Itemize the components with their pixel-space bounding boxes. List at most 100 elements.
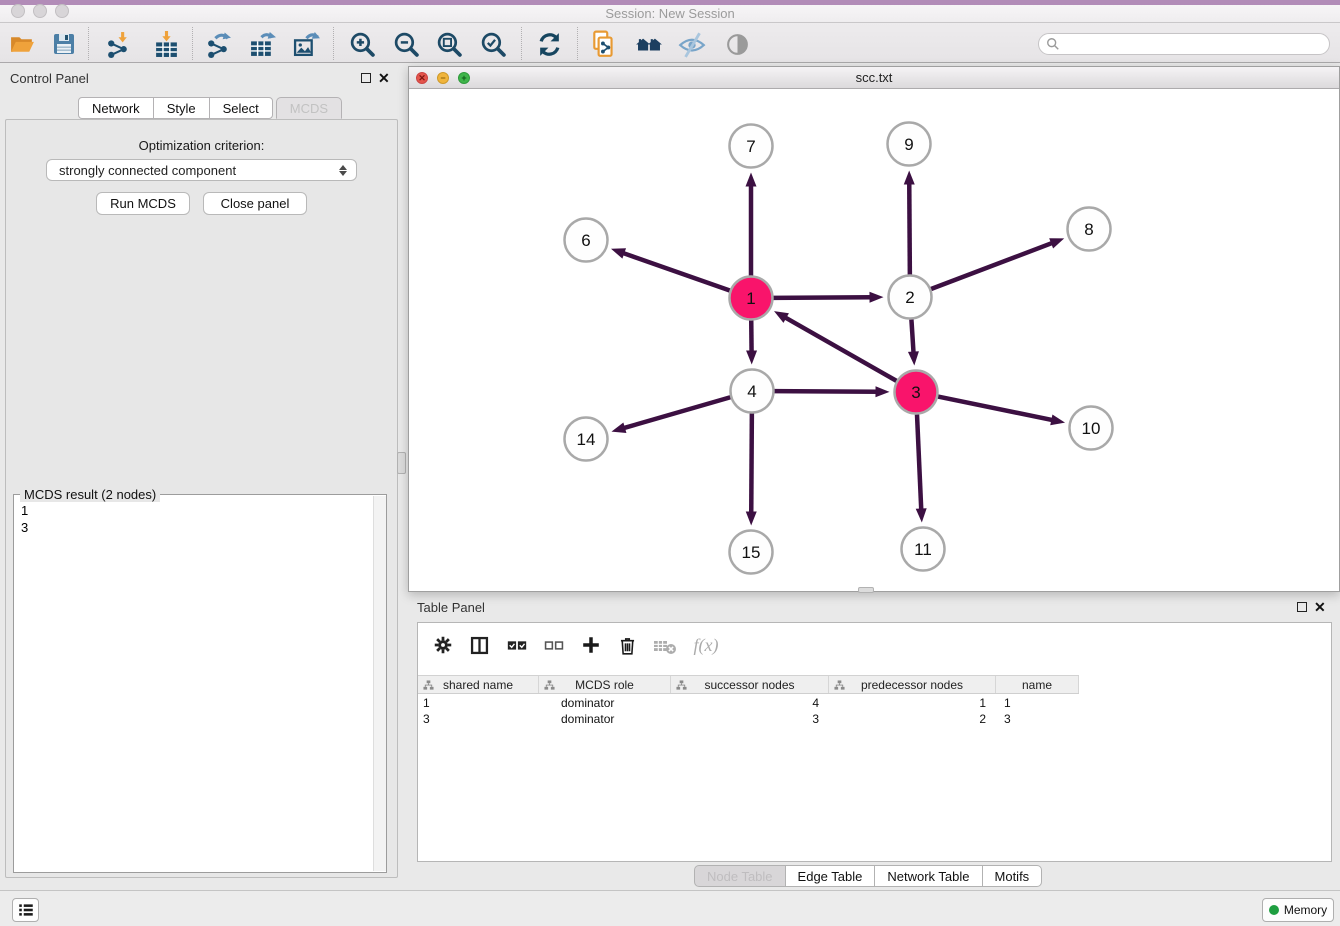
toolbar-separator [88, 27, 89, 60]
refresh-icon[interactable] [532, 27, 566, 61]
criterion-value: strongly connected component [59, 163, 236, 178]
control-tab-style[interactable]: Style [153, 97, 210, 119]
graph-edge-3-1[interactable] [784, 317, 897, 381]
graph-edge-4-14[interactable] [622, 397, 730, 428]
graph-edge-3-11[interactable] [917, 414, 921, 511]
criterion-dropdown[interactable]: strongly connected component [46, 159, 357, 181]
zoom-selected-icon[interactable] [476, 27, 510, 61]
eye-slash-icon[interactable] [675, 27, 709, 61]
network-graph: 7968124314101511 [409, 89, 1339, 591]
add-column-icon[interactable] [572, 628, 609, 662]
graph-edge-1-6[interactable] [621, 252, 729, 290]
edge-arrowhead [611, 248, 626, 258]
graph-edge-3-10[interactable] [938, 397, 1054, 421]
float-panel-icon[interactable] [361, 73, 371, 83]
graph-edge-2-3[interactable] [911, 319, 913, 354]
network-window-titlebar[interactable]: ✕ − + scc.txt [409, 67, 1339, 89]
graph-edge-4-3[interactable] [774, 391, 878, 392]
search-field[interactable] [1038, 33, 1330, 55]
table-tab-motifs[interactable]: Motifs [982, 865, 1043, 887]
column-header-MCDS-role[interactable]: MCDS role [539, 676, 671, 693]
run-mcds-button[interactable]: Run MCDS [96, 192, 190, 215]
open-folder-icon[interactable] [5, 27, 39, 61]
table-row[interactable]: 1dominator411 [418, 695, 1079, 711]
graph-node-label: 6 [581, 231, 590, 250]
control-tab-select[interactable]: Select [209, 97, 273, 119]
import-network-icon[interactable] [101, 27, 135, 61]
graph-node-label: 9 [904, 135, 913, 154]
table-cell: dominator [539, 695, 671, 711]
mcds-result-list[interactable]: 13 [14, 498, 372, 872]
table-tab-network-table[interactable]: Network Table [874, 865, 982, 887]
houses-icon[interactable] [632, 27, 666, 61]
table-cell: 1 [996, 695, 1079, 711]
graph-node-label: 11 [914, 540, 932, 559]
float-table-panel-icon[interactable] [1297, 602, 1307, 612]
control-panel-tabs: NetworkStyleSelectMCDS [78, 97, 342, 119]
control-panel-window-buttons: ✕ [361, 73, 390, 83]
deselect-all-checkboxes-icon[interactable] [535, 628, 572, 662]
network-canvas[interactable]: 7968124314101511 [409, 89, 1339, 591]
edge-arrowhead [611, 422, 626, 433]
table-tab-edge-table[interactable]: Edge Table [785, 865, 876, 887]
destroy-table-icon[interactable] [646, 628, 683, 662]
close-table-panel-icon[interactable]: ✕ [1314, 602, 1326, 612]
main-toolbar [0, 23, 1340, 63]
zoom-out-icon[interactable] [389, 27, 423, 61]
graph-node-label: 8 [1084, 220, 1093, 239]
select-all-checkboxes-icon[interactable] [498, 628, 535, 662]
status-bar: Memory [0, 890, 1340, 926]
settings-gear-icon[interactable] [424, 628, 461, 662]
toolbar-separator [521, 27, 522, 60]
memory-status-icon [1269, 905, 1279, 915]
close-panel-icon[interactable]: ✕ [378, 73, 390, 83]
memory-button[interactable]: Memory [1262, 898, 1334, 922]
function-builder-icon[interactable]: f(x) [683, 628, 729, 662]
graph-node-label: 4 [747, 382, 756, 401]
export-table-icon[interactable] [245, 27, 279, 61]
main-titlebar[interactable]: Session: New Session [0, 5, 1340, 23]
search-icon [1046, 37, 1060, 51]
zoom-in-icon[interactable] [345, 27, 379, 61]
delete-column-icon[interactable] [609, 628, 646, 662]
column-header-name[interactable]: name [996, 676, 1079, 693]
save-floppy-icon[interactable] [47, 27, 81, 61]
table-row[interactable]: 3dominator323 [418, 711, 1079, 727]
task-history-button[interactable] [12, 898, 39, 922]
network-view-window[interactable]: ✕ − + scc.txt 7968124314101511 [408, 66, 1340, 592]
control-tab-network[interactable]: Network [78, 97, 154, 119]
export-network-icon[interactable] [201, 27, 235, 61]
table-panel: f(x) shared nameMCDS rolesuccessor nodes… [417, 622, 1332, 862]
documents-network-icon[interactable] [587, 27, 621, 61]
export-image-icon[interactable] [289, 27, 323, 61]
control-tab-mcds[interactable]: MCDS [276, 97, 342, 119]
graph-edge-2-9[interactable] [909, 181, 910, 274]
column-header-shared-name[interactable]: shared name [418, 676, 539, 693]
table-cell: 4 [671, 695, 829, 711]
table-tab-node-table[interactable]: Node Table [694, 865, 786, 887]
mcds-result-group: MCDS result (2 nodes) 13 [13, 494, 387, 873]
zoom-fit-icon[interactable] [432, 27, 466, 61]
eye-icon[interactable] [720, 27, 754, 61]
vertical-splitter-handle[interactable] [397, 452, 406, 474]
column-header-predecessor-nodes[interactable]: predecessor nodes [829, 676, 996, 693]
close-panel-button[interactable]: Close panel [203, 192, 307, 215]
result-scrollbar[interactable] [373, 496, 386, 871]
table-panel-title: Table Panel [417, 600, 485, 615]
application-window: Session: New Session [0, 0, 1340, 926]
horizontal-splitter-handle[interactable] [858, 587, 874, 593]
show-columns-icon[interactable] [461, 628, 498, 662]
graph-edge-2-8[interactable] [931, 242, 1054, 289]
table-panel-window-buttons: ✕ [1297, 602, 1326, 612]
graph-edge-4-15[interactable] [751, 413, 752, 514]
table-cell: 3 [671, 711, 829, 727]
table-cell: 2 [829, 711, 996, 727]
search-input[interactable] [1060, 37, 1329, 51]
import-table-icon[interactable] [149, 27, 183, 61]
list-icon [17, 901, 35, 919]
table-panel-tabs: Node TableEdge TableNetwork TableMotifs [694, 865, 1042, 887]
column-header-successor-nodes[interactable]: successor nodes [671, 676, 829, 693]
graph-edge-1-2[interactable] [773, 297, 872, 298]
memory-label: Memory [1284, 903, 1327, 917]
network-window-title: scc.txt [409, 70, 1339, 85]
